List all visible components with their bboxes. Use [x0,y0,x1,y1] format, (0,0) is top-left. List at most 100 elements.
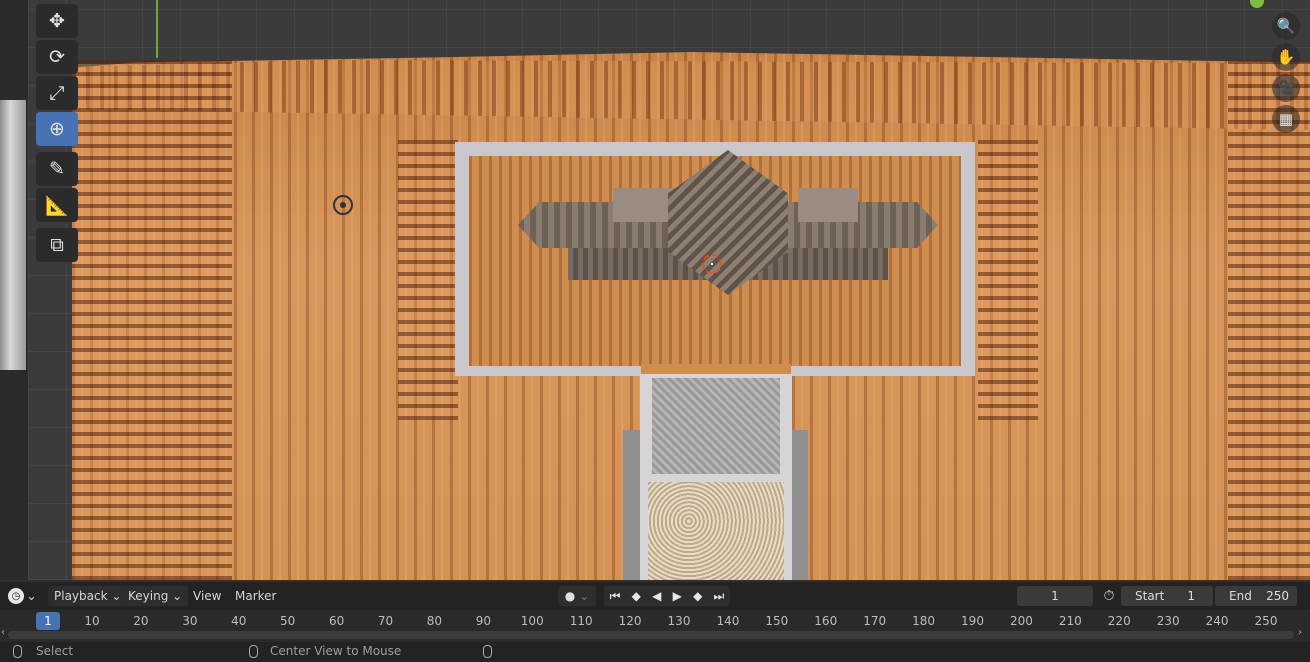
frame-tick: 170 [863,614,887,628]
scroll-right-icon[interactable]: › [1298,627,1302,638]
status-bar: Select Center View to Mouse [0,642,1310,662]
timeline-header: ◷ ⌄ Playback ⌄ Keying ⌄ View Marker ● ⌄ … [0,582,1310,610]
frame-tick: 110 [569,614,593,628]
end-frame-field[interactable]: End 250 [1215,586,1297,606]
frame-tick: 230 [1156,614,1180,628]
frame-tick: 210 [1058,614,1082,628]
frame-tick: 100 [520,614,544,628]
hand-icon: ✋ [1276,48,1296,66]
stone-path[interactable] [652,378,780,474]
chevron-down-icon: ⌄ [172,589,183,603]
ortho-toggle-button[interactable]: ▦ [1272,105,1300,133]
start-label: Start [1135,589,1165,603]
frame-tick: 160 [814,614,838,628]
end-value: 250 [1266,589,1289,603]
camera-icon: 🎥 [1276,79,1296,97]
zoom-button[interactable]: 🔍 [1272,12,1300,40]
chevron-down-icon: ⌄ [579,589,590,603]
frame-tick: 240 [1205,614,1229,628]
camera-view-button[interactable]: 🎥 [1272,74,1300,102]
timeline-scrollbar[interactable] [8,631,1294,639]
keying-menu[interactable]: Keying ⌄ [122,586,189,606]
y-axis-line [156,0,158,58]
add-cube-tool-button[interactable]: ⧉ [36,228,78,262]
move-tool-button[interactable]: ✥ [36,4,78,38]
record-icon: ● [564,589,576,603]
status-center-view: Center View to Mouse [270,644,402,658]
start-value: 1 [1187,589,1195,603]
frame-tick: 70 [377,614,394,628]
measure-tool-button[interactable]: 📐 [36,188,78,222]
status-select: Select [36,644,74,658]
playback-menu[interactable]: Playback ⌄ [48,586,128,606]
start-frame-field[interactable]: Start 1 [1121,586,1213,606]
frame-tick: 180 [912,614,936,628]
terrace-right [1228,60,1310,580]
mouse-middle-icon [249,645,258,658]
frame-tick: 20 [133,614,149,628]
current-frame-field[interactable]: 1 [1017,586,1093,606]
frame-tick: 40 [231,614,247,628]
scale-tool-button[interactable]: ⤢ [36,76,78,110]
current-frame-value: 1 [1051,589,1059,603]
scale-icon: ⤢ [49,82,65,104]
rotate-tool-button[interactable]: ⟳ [36,40,78,74]
transform-icon: ⊕ [49,118,65,140]
playback-controls: ⏮ ◆ ◀ ▶ ◆ ⏭ [604,586,730,606]
stopwatch-icon[interactable]: ⏱ [1100,586,1118,606]
next-keyframe-icon[interactable]: ◆ [693,589,702,603]
3d-cursor-icon[interactable] [702,254,722,274]
grid-icon: ▦ [1278,110,1294,128]
frame-tick: 140 [716,614,740,628]
frame-tick: 90 [475,614,491,628]
frame-tick: 80 [426,614,443,628]
pan-button[interactable]: ✋ [1272,43,1300,71]
jump-end-icon[interactable]: ⏭ [714,589,725,604]
current-frame-indicator[interactable]: 1 [36,612,60,630]
terrace-inner-right [978,140,1038,420]
add-cube-icon: ⧉ [50,234,64,256]
frame-tick: 190 [961,614,984,628]
light-object-icon[interactable] [333,195,353,215]
frame-tick: 10 [84,614,100,628]
play-icon[interactable]: ▶ [673,589,682,603]
terrace-left [72,60,232,580]
frame-tick: 200 [1009,614,1033,628]
scroll-left-icon[interactable]: ‹ [1,627,5,638]
zoom-icon: 🔍 [1276,17,1296,35]
keying-label: Keying [128,589,169,603]
sidebar-panel-strip[interactable] [0,100,26,370]
temple-roof-right [798,188,858,222]
gravel-path[interactable] [648,482,784,580]
play-reverse-icon[interactable]: ◀ [652,589,661,603]
frame-tick: 120 [618,614,642,628]
frame-tick: 220 [1107,614,1131,628]
terrace-inner-left [398,140,458,420]
frame-tick: 130 [667,614,691,628]
chevron-down-icon: ⌄ [111,589,122,603]
left-sidebar-edge [0,0,28,580]
temple-model[interactable] [518,150,938,295]
mouse-left-icon [13,645,22,658]
frame-tick: 150 [765,614,789,628]
marker-menu[interactable]: Marker [235,586,276,606]
clock-icon: ◷ [8,588,24,604]
timeline-ruler[interactable]: 1 10 20 30 40 50 60 70 80 90 100 110 120 130 140 150 16… [0,610,1310,642]
transform-tool-button[interactable]: ⊕ [36,112,78,146]
annotate-icon: ✎ [49,158,65,180]
end-label: End [1229,589,1252,603]
jump-start-icon[interactable]: ⏮ [610,589,621,604]
mouse-right-icon [483,645,492,658]
frame-tick: 50 [280,614,296,628]
playback-label: Playback [54,589,108,603]
auto-keying-button[interactable]: ● ⌄ [558,586,596,606]
prev-keyframe-icon[interactable]: ◆ [632,589,641,603]
frame-tick: 60 [328,614,345,628]
editor-type-selector[interactable]: ◷ ⌄ [8,586,42,606]
blender-window: ✥ ⟳ ⤢ ⊕ ✎ 📐 ⧉ 🔍 ✋ 🎥 ▦ ◷ ⌄ Playback ⌄ Key… [0,0,1310,662]
3d-viewport[interactable] [28,0,1310,580]
chevron-down-icon: ⌄ [26,588,37,604]
view-menu[interactable]: View [193,586,221,606]
measure-icon: 📐 [45,194,69,217]
annotate-tool-button[interactable]: ✎ [36,152,78,186]
